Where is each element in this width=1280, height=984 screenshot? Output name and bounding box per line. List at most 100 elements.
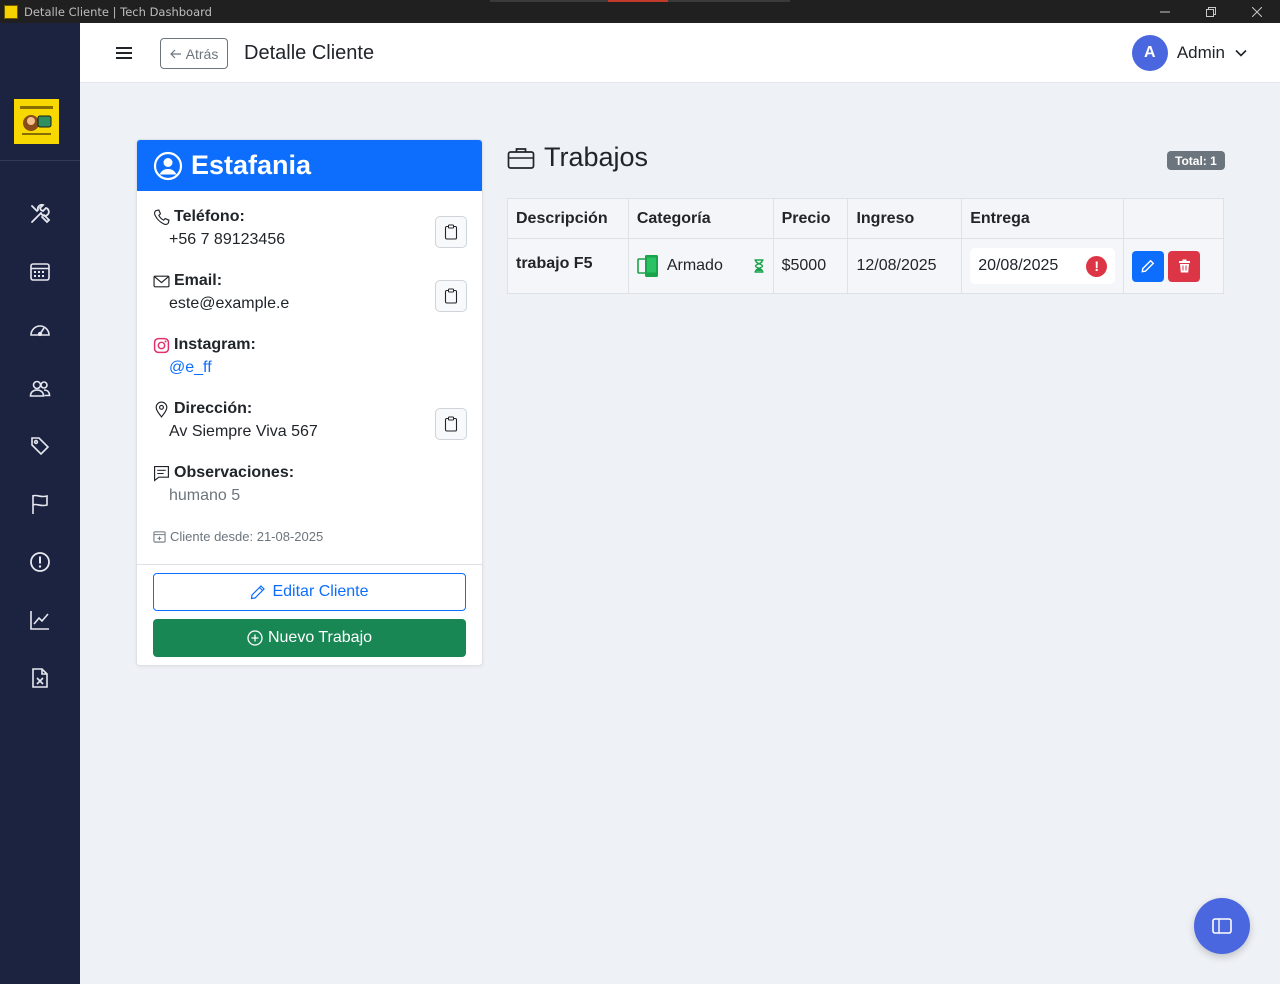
phone-label: Teléfono: bbox=[153, 208, 467, 226]
envelope-icon bbox=[153, 275, 170, 287]
excel-file-icon[interactable] bbox=[26, 664, 54, 692]
back-button[interactable]: Atrás bbox=[160, 38, 228, 69]
job-category-text: Armado bbox=[666, 257, 723, 274]
geo-pin-icon bbox=[155, 401, 168, 418]
instagram-label-text: Instagram: bbox=[174, 336, 256, 353]
instagram-label: Instagram: bbox=[153, 336, 467, 354]
person-circle-icon bbox=[153, 151, 183, 180]
clipboard-icon bbox=[444, 288, 458, 304]
phone-field: Teléfono: +56 7 89123456 bbox=[153, 208, 467, 249]
devices-icon bbox=[637, 255, 658, 277]
column-header[interactable]: Descripción bbox=[507, 198, 629, 239]
sidebar bbox=[0, 23, 80, 984]
column-header[interactable]: Ingreso bbox=[847, 198, 963, 239]
overdue-warning-icon: ! bbox=[1086, 255, 1108, 277]
email-field: Email: este@example.e bbox=[153, 272, 467, 313]
client-card-footer: Editar Cliente Nuevo Trabajo bbox=[137, 564, 482, 665]
copy-phone-button[interactable] bbox=[435, 216, 467, 248]
edit-client-button[interactable]: Editar Cliente bbox=[153, 573, 466, 611]
job-category: Armado bbox=[627, 238, 774, 294]
sidebar-divider bbox=[0, 160, 80, 161]
new-job-button[interactable]: Nuevo Trabajo bbox=[153, 619, 466, 657]
trash-icon bbox=[1178, 259, 1190, 273]
avatar[interactable]: A bbox=[1131, 35, 1168, 71]
layout-sidebar-icon bbox=[1212, 918, 1232, 934]
user-name[interactable]: Admin bbox=[1177, 43, 1225, 63]
briefcase-icon bbox=[507, 147, 535, 169]
column-header[interactable]: Entrega bbox=[961, 198, 1125, 239]
window-titlebar: Detalle Cliente | Tech Dashboard bbox=[0, 0, 1280, 23]
speedometer-icon[interactable] bbox=[26, 316, 54, 344]
chat-left-text-icon bbox=[154, 465, 169, 482]
clipboard-icon bbox=[444, 224, 458, 240]
telephone-icon bbox=[153, 208, 170, 225]
copy-address-button[interactable] bbox=[435, 408, 467, 440]
job-received-date: 12/08/2025 bbox=[847, 238, 963, 294]
jobs-title: Trabajos bbox=[544, 142, 649, 172]
calendar-plus-icon bbox=[153, 531, 166, 543]
client-card: Estafania Teléfono: +56 7 89123456 Email… bbox=[136, 139, 483, 666]
address-field: Dirección: Av Siempre Viva 567 bbox=[153, 400, 467, 441]
chevron-down-icon[interactable] bbox=[1234, 46, 1248, 60]
close-icon[interactable] bbox=[1234, 0, 1280, 23]
app-icon bbox=[4, 4, 18, 19]
top-header: Atrás Detalle Cliente A Admin bbox=[80, 23, 1280, 83]
new-job-label: Nuevo Trabajo bbox=[267, 629, 373, 646]
menu-toggle-icon[interactable] bbox=[114, 43, 134, 63]
table-row[interactable]: trabajo F5 Armado $5000 12/08/2025 20/08… bbox=[507, 238, 1224, 294]
restore-icon[interactable] bbox=[1188, 0, 1234, 23]
table-header-row: Descripción Categoría Precio Ingreso Ent… bbox=[507, 198, 1224, 239]
brand-logo[interactable] bbox=[14, 99, 59, 144]
address-label-text: Dirección: bbox=[174, 400, 253, 417]
arrow-left-icon bbox=[169, 49, 181, 58]
notes-value: humano 5 bbox=[169, 487, 241, 504]
client-since: Cliente desde: 21-08-2025 bbox=[153, 529, 323, 544]
column-header[interactable]: Categoría bbox=[627, 198, 774, 239]
tools-icon[interactable] bbox=[26, 200, 54, 228]
column-header[interactable]: Precio bbox=[772, 198, 849, 239]
notes-label-text: Observaciones: bbox=[174, 464, 295, 481]
sidebar-toggle-button[interactable] bbox=[1194, 898, 1250, 954]
drag-indicator bbox=[490, 0, 790, 2]
exclamation-circle-icon[interactable] bbox=[26, 548, 54, 576]
pencil-icon bbox=[251, 585, 266, 600]
job-actions bbox=[1123, 238, 1224, 294]
people-icon[interactable] bbox=[26, 374, 54, 402]
client-since-text: Cliente desde: 21-08-2025 bbox=[170, 529, 324, 544]
job-price: $5000 bbox=[772, 238, 849, 294]
client-card-header: Estafania bbox=[137, 140, 482, 191]
hourglass-icon bbox=[754, 259, 764, 273]
email-value: este@example.e bbox=[169, 295, 290, 312]
delete-job-button[interactable] bbox=[1168, 250, 1201, 282]
notes-field: Observaciones: humano 5 bbox=[153, 464, 467, 505]
job-description: trabajo F5 bbox=[507, 238, 629, 294]
phone-value: +56 7 89123456 bbox=[169, 231, 286, 248]
edit-job-button[interactable] bbox=[1132, 250, 1165, 282]
pencil-icon bbox=[1141, 259, 1155, 273]
jobs-table: Descripción Categoría Precio Ingreso Ent… bbox=[507, 198, 1224, 294]
minimize-icon[interactable] bbox=[1142, 0, 1188, 23]
notes-label: Observaciones: bbox=[153, 464, 467, 482]
instagram-icon bbox=[153, 337, 170, 353]
client-name: Estafania bbox=[191, 150, 312, 180]
email-label: Email: bbox=[153, 272, 467, 290]
clipboard-icon bbox=[444, 416, 458, 432]
instagram-field: Instagram: @e_ff bbox=[153, 336, 467, 377]
instagram-link[interactable]: @e_ff bbox=[169, 359, 467, 377]
flag-icon[interactable] bbox=[26, 490, 54, 518]
page-title: Detalle Cliente bbox=[244, 42, 375, 64]
copy-email-button[interactable] bbox=[435, 280, 467, 312]
window-title: Detalle Cliente | Tech Dashboard bbox=[24, 4, 212, 19]
edit-client-label: Editar Cliente bbox=[272, 583, 369, 600]
user-menu[interactable]: A Admin bbox=[1131, 35, 1248, 71]
tags-icon[interactable] bbox=[26, 432, 54, 460]
graph-icon[interactable] bbox=[26, 606, 54, 634]
total-badge: Total: 1 bbox=[1167, 151, 1225, 170]
job-delivery: 20/08/2025 ! bbox=[961, 238, 1125, 294]
jobs-heading: Trabajos bbox=[507, 142, 648, 173]
address-value: Av Siempre Viva 567 bbox=[169, 423, 318, 440]
calendar-icon[interactable] bbox=[26, 258, 54, 286]
plus-circle-icon bbox=[247, 630, 263, 646]
email-label-text: Email: bbox=[174, 272, 223, 289]
job-delivery-date: 20/08/2025 bbox=[978, 257, 1059, 274]
